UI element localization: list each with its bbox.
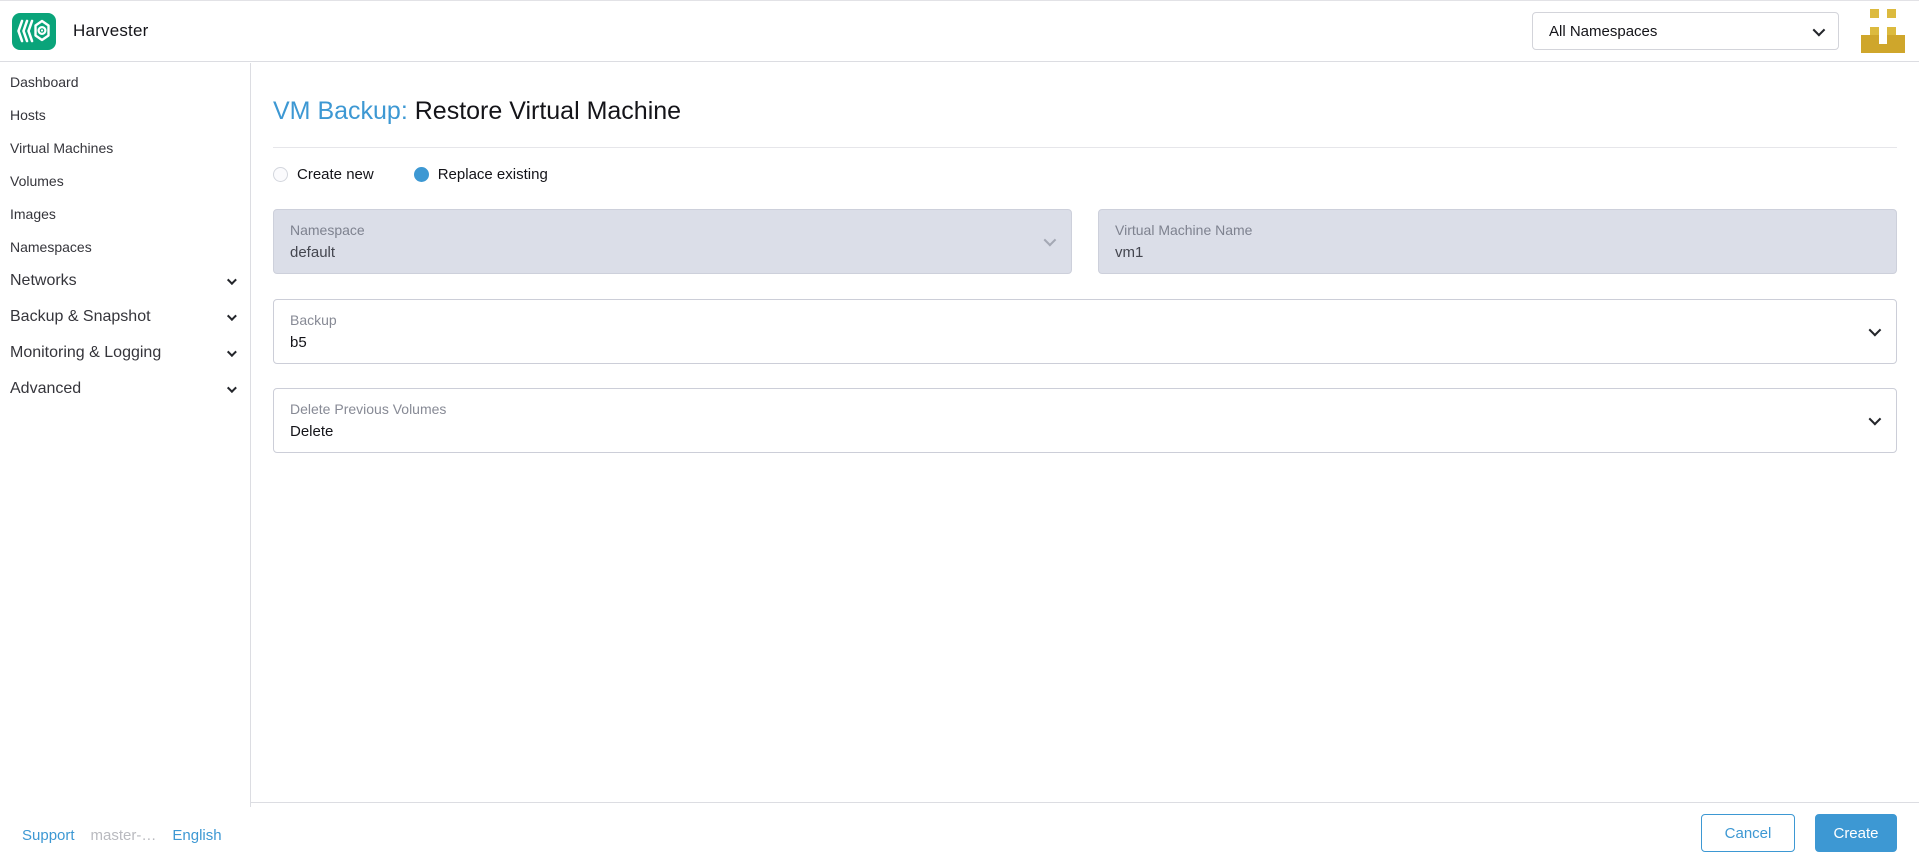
backup-value: b5 bbox=[290, 334, 307, 351]
chevron-down-icon[interactable] bbox=[226, 346, 237, 357]
sidebar-item-namespaces[interactable]: Namespaces bbox=[0, 230, 250, 263]
sidebar-item-label: Virtual Machines bbox=[10, 139, 114, 156]
field-row-namespace-vmname: Namespace default Virtual Machine Name v… bbox=[273, 209, 1897, 274]
version-label: master-… bbox=[90, 826, 157, 844]
delete-volumes-label: Delete Previous Volumes bbox=[290, 401, 447, 417]
radio-create-new[interactable]: Create new bbox=[273, 166, 374, 183]
namespace-label: Namespace bbox=[290, 222, 365, 238]
radio-unselected-icon[interactable] bbox=[273, 166, 288, 182]
harvester-logo-glyph bbox=[17, 19, 50, 43]
page-title: VM Backup: Restore Virtual Machine bbox=[273, 96, 1897, 126]
restore-mode-radio-group: Create new Replace existing bbox=[273, 160, 1897, 188]
sidebar-group-advanced[interactable]: Advanced bbox=[0, 371, 250, 407]
chevron-wrap bbox=[1043, 233, 1057, 251]
sidebar-item-label: Hosts bbox=[10, 106, 46, 123]
sidebar-footer: Support master-… English bbox=[0, 807, 251, 863]
vm-name-label: Virtual Machine Name bbox=[1115, 222, 1253, 238]
sidebar-group-label: Networks bbox=[10, 272, 77, 289]
sidebar-item-dashboard[interactable]: Dashboard bbox=[0, 65, 250, 98]
sidebar-item-virtual-machines[interactable]: Virtual Machines bbox=[0, 131, 250, 164]
sidebar-item-volumes[interactable]: Volumes bbox=[0, 164, 250, 197]
radio-replace-existing[interactable]: Replace existing bbox=[413, 165, 548, 183]
sidebar-group-monitoring-logging[interactable]: Monitoring & Logging bbox=[0, 335, 250, 371]
sidebar-item-label: Dashboard bbox=[10, 73, 79, 90]
sidebar-item-label: Images bbox=[10, 205, 56, 222]
user-avatar[interactable] bbox=[1861, 9, 1905, 53]
radio-label: Replace existing bbox=[437, 165, 548, 183]
title-divider bbox=[273, 147, 1897, 148]
namespace-filter-select[interactable]: All Namespaces bbox=[1532, 12, 1839, 50]
chevron-down-icon[interactable] bbox=[226, 310, 237, 321]
action-footer: Cancel Create bbox=[251, 802, 1919, 863]
sidebar-group-label: Backup & Snapshot bbox=[10, 308, 151, 325]
backup-select[interactable]: Backup b5 bbox=[273, 299, 1897, 364]
sidebar-group-backup-snapshot[interactable]: Backup & Snapshot bbox=[0, 299, 250, 335]
sidebar-item-label: Namespaces bbox=[10, 238, 92, 255]
page-title-text: Restore Virtual Machine bbox=[414, 97, 682, 125]
create-button[interactable]: Create bbox=[1815, 814, 1897, 852]
radio-selected-icon[interactable] bbox=[413, 166, 429, 182]
radio-label: Create new bbox=[297, 165, 374, 183]
chevron-wrap bbox=[1868, 323, 1882, 341]
cancel-button[interactable]: Cancel bbox=[1701, 814, 1795, 852]
delete-previous-volumes-select[interactable]: Delete Previous Volumes Delete bbox=[273, 388, 1897, 453]
sidebar-item-hosts[interactable]: Hosts bbox=[0, 98, 250, 131]
backup-label: Backup bbox=[290, 312, 337, 328]
sidebar-group-label: Advanced bbox=[10, 380, 82, 397]
chevron-down-icon bbox=[1812, 23, 1826, 36]
vm-name-input: Virtual Machine Name vm1 bbox=[1098, 209, 1897, 274]
namespace-value: default bbox=[290, 244, 336, 261]
vm-name-value: vm1 bbox=[1115, 244, 1144, 261]
app-title: Harvester bbox=[73, 21, 149, 40]
namespace-filter-value: All Namespaces bbox=[1549, 22, 1658, 40]
harvester-logo-icon[interactable] bbox=[12, 12, 56, 50]
namespace-select: Namespace default bbox=[273, 209, 1072, 274]
sidebar: Dashboard Hosts Virtual Machines Volumes… bbox=[0, 63, 251, 863]
sidebar-item-label: Volumes bbox=[10, 172, 64, 189]
sidebar-group-networks[interactable]: Networks bbox=[0, 263, 250, 299]
sidebar-group-label: Monitoring & Logging bbox=[10, 344, 162, 361]
page-title-prefix: VM Backup: bbox=[273, 97, 408, 125]
main-content: VM Backup: Restore Virtual Machine Creat… bbox=[251, 62, 1919, 453]
language-link[interactable]: English bbox=[172, 827, 221, 844]
delete-volumes-value: Delete bbox=[290, 423, 334, 440]
app-header: Harvester All Namespaces bbox=[0, 0, 1919, 62]
sidebar-item-images[interactable]: Images bbox=[0, 197, 250, 230]
chevron-down-icon[interactable] bbox=[226, 382, 237, 393]
chevron-down-icon[interactable] bbox=[226, 274, 237, 285]
chevron-wrap bbox=[1868, 412, 1882, 430]
support-link[interactable]: Support bbox=[22, 827, 75, 844]
